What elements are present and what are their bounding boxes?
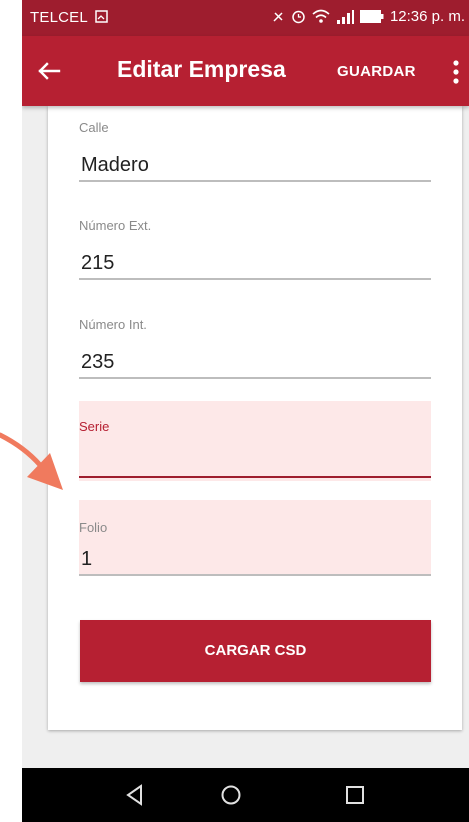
back-arrow-icon[interactable]: [36, 58, 62, 84]
numero-ext-value: 215: [81, 252, 115, 274]
save-button[interactable]: GUARDAR: [337, 63, 416, 80]
wifi-icon: [312, 9, 330, 23]
calle-field[interactable]: Calle Madero: [79, 120, 431, 184]
nav-back-icon[interactable]: [122, 782, 148, 808]
numero-int-field[interactable]: Número Int. 235: [79, 317, 431, 381]
numero-ext-label: Número Ext.: [79, 218, 152, 233]
numero-int-underline: [79, 377, 431, 379]
app-bar: Editar Empresa GUARDAR: [22, 36, 469, 106]
status-time: 12:36 p. m.: [389, 8, 465, 25]
alarm-icon: [292, 10, 305, 24]
carrier-name: TELCEL: [30, 9, 108, 26]
numero-int-value: 235: [81, 351, 115, 373]
form-card: Calle Madero Número Ext. 215 Número Int.…: [48, 106, 462, 730]
status-icons: 12:36 p. m.: [271, 8, 465, 25]
numero-ext-field[interactable]: Número Ext. 215: [79, 218, 431, 282]
sim-icon: [94, 10, 108, 23]
serie-label: Serie: [79, 419, 110, 434]
nav-recents-icon[interactable]: [342, 782, 368, 808]
folio-value: 1: [81, 548, 93, 570]
calle-underline: [79, 180, 431, 182]
more-vert-icon[interactable]: [450, 58, 462, 86]
numero-ext-underline: [79, 278, 431, 280]
status-bar: TELCEL 12:36 p. m.: [22, 0, 469, 36]
calle-value: Madero: [81, 154, 149, 176]
battery-icon: [359, 10, 384, 23]
vibrate-icon: [273, 11, 283, 22]
page-title: Editar Empresa: [117, 56, 286, 82]
folio-underline: [79, 574, 431, 576]
phone-screen: TELCEL 12:36 p. m. Editar Empresa GUARDA…: [22, 0, 469, 822]
nav-home-icon[interactable]: [218, 782, 244, 808]
calle-label: Calle: [79, 120, 109, 135]
system-nav-bar: [22, 768, 469, 822]
signal-icon: [336, 9, 354, 24]
cargar-csd-button[interactable]: CARGAR CSD: [80, 620, 431, 682]
numero-int-label: Número Int.: [79, 317, 147, 332]
serie-underline: [79, 476, 431, 478]
folio-field[interactable]: Folio 1: [79, 500, 431, 576]
serie-field[interactable]: Serie: [79, 401, 431, 481]
annotation-arrow-icon: [0, 432, 63, 490]
folio-label: Folio: [79, 520, 108, 535]
